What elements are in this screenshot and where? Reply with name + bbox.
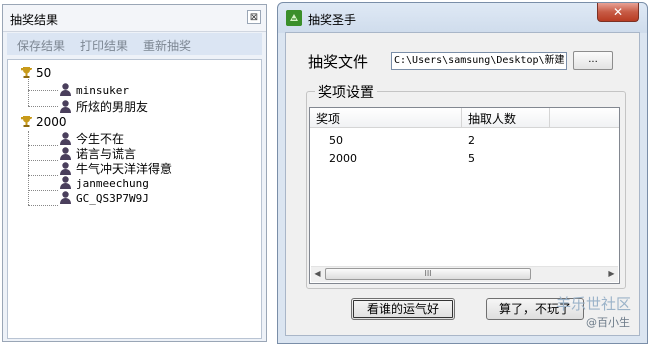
tree-winner-node[interactable]: 所炫的男朋友: [58, 98, 148, 114]
person-icon: [60, 191, 71, 204]
person-icon: [60, 147, 71, 160]
results-close-button[interactable]: ⊠: [247, 10, 261, 24]
column-divider[interactable]: [461, 108, 462, 127]
tree-connector: [28, 131, 29, 205]
trophy-icon: [21, 67, 33, 78]
results-title: 抽奖结果: [10, 13, 59, 27]
column-divider[interactable]: [549, 108, 550, 127]
tree-prize-label: 50: [36, 66, 52, 80]
tree-winner-label: 诺言与谎言: [76, 147, 137, 161]
results-window: 抽奖结果 ⊠ 保存结果 打印结果 重新抽奖 50 minsuker 所炫的男朋友…: [2, 4, 267, 342]
tree-connector: [28, 145, 58, 146]
cell-prize: 50: [329, 134, 343, 147]
tree-prize-node[interactable]: 2000: [20, 115, 67, 131]
person-icon: [60, 176, 71, 189]
scroll-left-arrow-icon[interactable]: ◀: [313, 269, 322, 278]
main-title: 抽奖圣手: [308, 13, 357, 27]
watermark-author: @百小生: [586, 316, 630, 329]
column-header-prize[interactable]: 奖项: [316, 110, 340, 127]
tree-winner-node[interactable]: 牛气冲天洋洋得意: [58, 160, 172, 176]
main-close-button[interactable]: ✕: [597, 3, 639, 22]
draw-button[interactable]: 看谁的运气好: [351, 298, 455, 320]
tree-connector: [28, 190, 58, 191]
tree-winner-label: 今生不在: [76, 132, 125, 146]
results-toolbar: 保存结果 打印结果 重新抽奖: [7, 33, 262, 55]
tree-connector: [28, 90, 58, 91]
browse-button[interactable]: ...: [573, 51, 613, 70]
person-icon: [60, 162, 71, 175]
tree-winner-node[interactable]: 诺言与谎言: [58, 145, 136, 161]
tree-connector: [28, 160, 58, 161]
results-tree[interactable]: 50 minsuker 所炫的男朋友 2000 今生不在 诺言与谎言 牛气冲天洋…: [7, 59, 262, 339]
save-results-button[interactable]: 保存结果: [17, 37, 65, 54]
person-icon: [60, 83, 71, 96]
cell-count: 2: [468, 134, 475, 147]
tree-winner-node[interactable]: janmeechung: [58, 175, 149, 191]
cell-count: 5: [468, 152, 475, 165]
redraw-button[interactable]: 重新抽奖: [143, 37, 191, 54]
tree-winner-node[interactable]: minsuker: [58, 82, 129, 98]
main-client-area: 抽奖文件 C:\Users\samsung\Desktop\新建 ... 奖项设…: [285, 32, 640, 336]
file-label: 抽奖文件: [308, 53, 369, 71]
app-logo-icon: [286, 10, 302, 26]
tree-connector: [28, 106, 58, 107]
tree-winner-label: minsuker: [76, 84, 129, 97]
person-icon: [60, 132, 71, 145]
person-icon: [60, 100, 71, 113]
tree-winner-label: 所炫的男朋友: [76, 100, 149, 114]
tree-connector: [28, 205, 58, 206]
trophy-icon: [21, 116, 33, 127]
file-path-field[interactable]: C:\Users\samsung\Desktop\新建: [391, 52, 567, 70]
group-title: 奖项设置: [315, 82, 377, 102]
tree-winner-node[interactable]: GC_QS3P7W9J: [58, 190, 149, 206]
tree-connector: [28, 175, 58, 176]
tree-winner-label: GC_QS3P7W9J: [76, 192, 149, 205]
scroll-right-arrow-icon[interactable]: ▶: [607, 269, 616, 278]
horizontal-scrollbar[interactable]: ◀ III ▶: [311, 266, 618, 282]
column-header-count[interactable]: 抽取人数: [468, 110, 516, 127]
results-title-bar: 抽奖结果 ⊠: [3, 5, 266, 32]
cell-prize: 2000: [329, 152, 357, 165]
tree-winner-label: 牛气冲天洋洋得意: [76, 162, 173, 176]
tree-prize-label: 2000: [36, 115, 67, 129]
prize-list[interactable]: 奖项 抽取人数 50 2 2000 5 ◀ III ▶: [309, 107, 620, 284]
tree-winner-label: janmeechung: [76, 177, 149, 190]
list-header: 奖项 抽取人数: [310, 108, 619, 128]
print-results-button[interactable]: 打印结果: [80, 37, 128, 54]
watermark-site: 羊乐世社区: [556, 295, 632, 313]
tree-winner-node[interactable]: 今生不在: [58, 130, 124, 146]
tree-prize-node[interactable]: 50: [20, 66, 51, 82]
scroll-thumb[interactable]: III: [325, 268, 531, 280]
